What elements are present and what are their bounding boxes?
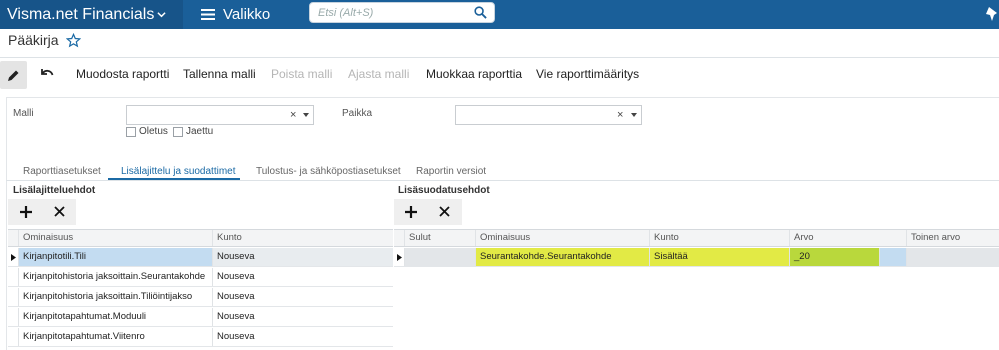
brand-name: Visma.net Financials (7, 6, 155, 23)
default-label: Oletus (139, 126, 168, 137)
pencil-icon (8, 70, 19, 81)
condition-cell[interactable]: Nouseva (213, 248, 393, 266)
template-combo[interactable]: × (126, 105, 314, 125)
row-arrow-icon (11, 254, 16, 261)
shared-checkbox[interactable] (173, 127, 183, 137)
table-row[interactable]: Kirjanpitohistoria jaksoittain.Seurantak… (8, 268, 393, 287)
toolbar: Muodosta raportti Tallenna malli Poista … (0, 60, 999, 90)
page-title: Pääkirja (8, 32, 59, 48)
company-switcher[interactable]: Visma.net Financials (0, 0, 183, 29)
property-cell[interactable]: Kirjanpitotapahtumat.Moduuli (19, 308, 213, 326)
column-header[interactable]: Kunto (213, 230, 393, 246)
property-cell[interactable]: Kirjanpitohistoria jaksoittain.Tiliöinti… (19, 288, 213, 306)
column-header[interactable]: Arvo (790, 230, 907, 246)
schedule-template-button[interactable]: Ajasta malli (348, 67, 409, 81)
location-combo[interactable]: × (455, 105, 642, 125)
row-arrow-icon (397, 254, 402, 261)
sort-grid: Ominaisuus Kunto Kirjanpitotili.Tili Nous… (8, 229, 393, 350)
pin-icon[interactable] (985, 6, 999, 22)
row-selector[interactable] (394, 248, 405, 266)
sort-section-title: Lisälajitteluehdot (13, 185, 96, 196)
filter-grid-header: Sulut Ominaisuus Kunto Arvo Toinen arvo (394, 230, 999, 247)
filter-toolbar (394, 199, 462, 225)
edit-report-button[interactable]: Muokkaa raporttia (426, 67, 522, 81)
property-cell[interactable]: Kirjanpitotili.Tili (19, 248, 213, 266)
create-report-button[interactable]: Muodosta raportti (76, 67, 169, 81)
tabs-divider (6, 180, 999, 181)
undo-icon[interactable] (40, 68, 54, 80)
condition-cell[interactable]: Nouseva (213, 308, 393, 326)
delete-template-button[interactable]: Poista malli (271, 67, 332, 81)
column-header[interactable]: Kunto (650, 230, 790, 246)
filter-section-title: Lisäsuodatusehdot (398, 185, 490, 196)
close-icon[interactable] (439, 206, 450, 217)
star-icon[interactable] (66, 33, 81, 48)
clear-icon[interactable]: × (617, 109, 623, 121)
save-template-button[interactable]: Tallenna malli (183, 67, 256, 81)
column-header[interactable]: Sulut (405, 230, 476, 246)
chevron-down-icon (157, 12, 166, 18)
property-cell[interactable]: Kirjanpitohistoria jaksoittain.Seurantak… (19, 268, 213, 286)
dropdown-icon[interactable] (303, 113, 309, 117)
table-row[interactable]: Kirjanpitotapahtumat.Viitenro Nouseva (8, 328, 393, 347)
plus-icon[interactable] (20, 206, 32, 218)
property-cell[interactable]: Kirjanpitotapahtumat.Viitenro (19, 328, 213, 346)
template-label: Malli (13, 108, 34, 119)
search-box (309, 2, 495, 23)
condition-cell[interactable]: Sisältää (650, 248, 790, 266)
value-cell[interactable]: _20 (790, 248, 880, 266)
tab-report-versions[interactable]: Raportin versiot (416, 166, 486, 177)
column-header[interactable]: Toinen arvo (907, 230, 999, 246)
row-selector[interactable] (8, 328, 19, 346)
condition-cell[interactable]: Nouseva (213, 288, 393, 306)
export-definition-button[interactable]: Vie raporttimääritys (536, 67, 639, 81)
value-cell-edit[interactable] (880, 248, 907, 266)
shared-label: Jaettu (186, 126, 214, 137)
condition-cell[interactable]: Nouseva (213, 268, 393, 286)
edit-button[interactable] (0, 61, 27, 89)
row-selector[interactable] (8, 288, 19, 306)
table-row[interactable]: Kirjanpitohistoria jaksoittain.Tiliöinti… (8, 288, 393, 307)
property-cell[interactable]: Seurantakohde.Seurantakohde (476, 248, 650, 266)
search-input[interactable] (310, 3, 470, 22)
clear-icon[interactable]: × (290, 109, 296, 121)
tab-print-email-settings[interactable]: Tulostus- ja sähköpostiasetukset (256, 166, 401, 177)
column-header[interactable]: Ominaisuus (19, 230, 213, 246)
second-value-cell[interactable] (907, 248, 999, 266)
sort-toolbar (8, 199, 76, 225)
menu-label: Valikko (223, 6, 271, 23)
dropdown-icon[interactable] (631, 113, 637, 117)
tab-report-settings[interactable]: Raporttiasetukset (23, 166, 101, 177)
row-selector-header (8, 230, 19, 246)
table-row[interactable]: Kirjanpitotili.Tili Nouseva (8, 248, 393, 267)
location-label: Paikka (342, 108, 373, 119)
condition-cell[interactable]: Nouseva (213, 328, 393, 346)
menu-button[interactable]: Valikko (183, 0, 293, 29)
table-row[interactable]: Seurantakohde.Seurantakohde Sisältää _20 (394, 248, 999, 267)
hamburger-icon (201, 9, 215, 20)
row-selector[interactable] (8, 268, 19, 286)
table-row[interactable]: Kirjanpitotapahtumat.Moduuli Nouseva (8, 308, 393, 327)
row-selector[interactable] (8, 308, 19, 326)
title-divider (0, 57, 999, 58)
default-checkbox[interactable] (126, 127, 136, 137)
row-selector[interactable] (8, 248, 19, 266)
tab-sorting-filters[interactable]: Lisälajittelu ja suodattimet (121, 166, 236, 177)
row-selector-header (394, 230, 405, 246)
top-bar: Visma.net Financials Valikko (0, 0, 999, 29)
brackets-cell[interactable] (405, 248, 476, 266)
sort-grid-header: Ominaisuus Kunto (8, 230, 393, 247)
search-icon[interactable] (474, 6, 487, 19)
plus-icon[interactable] (405, 206, 417, 218)
close-icon[interactable] (54, 206, 65, 217)
column-header[interactable]: Ominaisuus (476, 230, 650, 246)
filter-grid: Sulut Ominaisuus Kunto Arvo Toinen arvo … (394, 229, 999, 350)
